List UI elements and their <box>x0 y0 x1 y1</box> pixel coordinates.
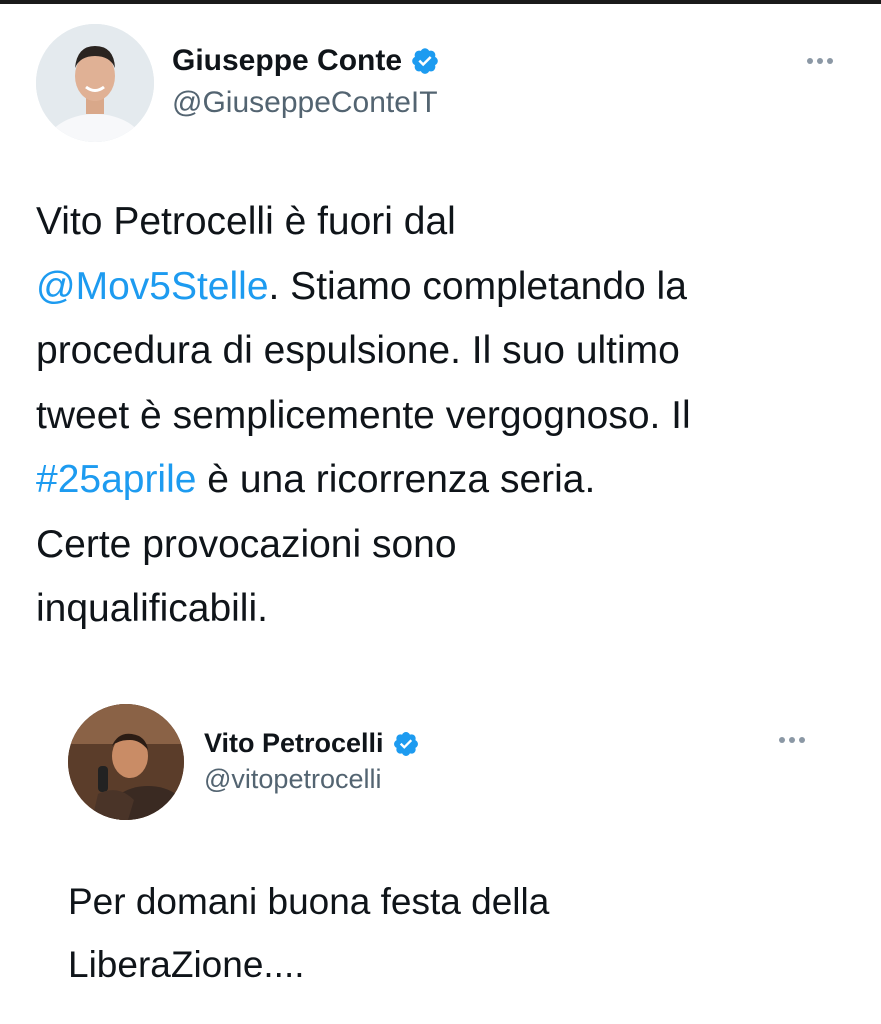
quoted-author-avatar[interactable] <box>68 704 184 820</box>
tweet-text-segment: . Stiamo completando la <box>268 264 687 308</box>
tweet-text-segment: è una ricorrenza seria. <box>196 458 596 501</box>
tweet-text-line: inqualificabili. <box>36 587 268 630</box>
tweet-text-line: @Mov5Stelle. Stiamo completando la <box>36 255 691 320</box>
tweet-text-line: LiberaZione.... <box>68 944 305 985</box>
quoted-author-name[interactable]: Vito Petrocelli <box>204 728 384 759</box>
tweet-text-line: procedura di espulsione. Il suo ultimo <box>36 329 680 372</box>
quoted-tweet-text: Per domani buona festa della LiberaZione… <box>68 870 549 996</box>
main-tweet: Giuseppe Conte @GiuseppeConteIT Vito Pet… <box>0 0 881 680</box>
verified-badge-icon <box>410 46 440 76</box>
hashtag-link[interactable]: #25aprile <box>36 458 196 501</box>
tweet-text: Vito Petrocelli è fuori dal @Mov5Stelle.… <box>36 190 691 642</box>
tweet-text-line: #25aprile è una ricorrenza seria. <box>36 448 691 513</box>
tweet-text-line: Vito Petrocelli è fuori dal <box>36 200 456 243</box>
author-avatar[interactable] <box>36 24 154 142</box>
tweet-text-line: Per domani buona festa della <box>68 881 550 922</box>
more-options-icon[interactable] <box>779 737 805 743</box>
more-options-icon[interactable] <box>807 58 833 64</box>
avatar-photo-icon <box>36 24 154 142</box>
quoted-author-name-row: Vito Petrocelli <box>204 728 420 759</box>
author-name-row: Giuseppe Conte <box>172 44 440 78</box>
tweet-text-line: Certe provocazioni sono <box>36 522 457 566</box>
mention-link[interactable]: @Mov5Stelle <box>36 265 269 308</box>
avatar-photo-icon <box>68 704 184 820</box>
quoted-tweet[interactable]: Vito Petrocelli @vitopetrocelli Per doma… <box>0 680 881 1024</box>
quoted-author-handle[interactable]: @vitopetrocelli <box>204 764 381 795</box>
author-handle[interactable]: @GiuseppeConteIT <box>172 86 438 120</box>
author-name[interactable]: Giuseppe Conte <box>172 44 402 78</box>
tweet-text-line: tweet è semplicemente vergognoso. Il <box>36 393 691 437</box>
verified-badge-icon <box>392 730 420 758</box>
